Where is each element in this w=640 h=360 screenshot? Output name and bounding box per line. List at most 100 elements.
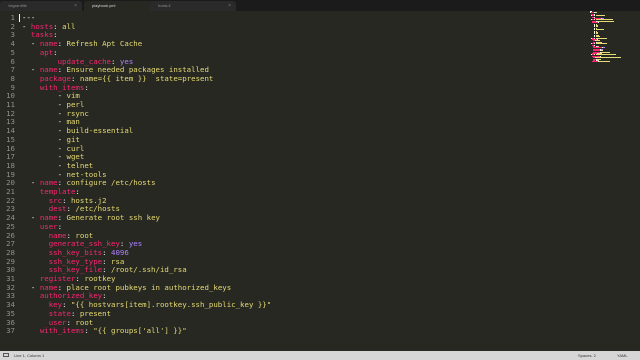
code-token: : — [102, 291, 107, 301]
code-token: - — [30, 282, 40, 292]
code-token: net-tools — [66, 169, 107, 179]
line-number: 21 — [6, 187, 15, 196]
minimap-line — [597, 22, 599, 24]
tab-vagrantfile[interactable]: Vagrantfile × — [0, 1, 82, 11]
code-token: Refresh Apt Cache — [66, 39, 143, 49]
console-icon[interactable] — [3, 353, 9, 357]
cursor-position: Line 1, Column 1 — [14, 353, 45, 358]
code-token: ssh_key_file — [48, 265, 103, 275]
code-token: : — [119, 239, 129, 249]
code-token: : — [57, 282, 67, 292]
code-token: : — [102, 256, 112, 266]
code-token: with_items — [39, 326, 85, 336]
code-token: ssh_key_type — [48, 256, 103, 266]
line-number: 35 — [6, 308, 15, 318]
minimap-line — [601, 51, 611, 53]
line-number: 4 — [10, 39, 15, 49]
syntax-selector[interactable]: YAML — [617, 351, 628, 360]
line-number: 37 — [6, 326, 15, 336]
code-token: src — [48, 195, 63, 205]
code-token: man — [66, 117, 80, 127]
code-token: name — [39, 39, 58, 49]
code-token: wget — [66, 152, 85, 162]
tab-label: hosts.ll — [158, 3, 171, 8]
code-token: key — [48, 300, 63, 310]
code-token: : — [111, 56, 120, 66]
code-token: : — [102, 247, 112, 257]
code-token: update_cache — [57, 56, 112, 66]
line-number-gutter: 1 2 3 4 5 6 7 8 9 10 11 12 13 14 15 16 17 18 19 20 21 22 23 24 2… — [0, 11, 20, 351]
code-token: rootkey — [84, 274, 116, 283]
code-token: present — [79, 308, 112, 318]
minimap[interactable] — [590, 11, 632, 66]
code-token: - — [30, 39, 40, 49]
code-token: --- — [22, 13, 36, 22]
code-token: apt — [39, 47, 54, 57]
code-token: configure /etc/hosts — [66, 178, 156, 188]
text-cursor — [19, 14, 20, 22]
code-token: - — [57, 91, 67, 101]
code-token: Generate root ssh key — [66, 213, 160, 223]
status-bar: Line 1, Column 1 Spaces: 2 YAML — [0, 351, 640, 360]
code-token: yes — [119, 56, 134, 66]
code-token: : — [84, 82, 89, 92]
code-token: name — [39, 178, 58, 188]
code-token: : — [53, 30, 58, 40]
code-token: curl — [66, 143, 85, 153]
line-number: 31 — [6, 274, 15, 283]
line-number: 5 — [10, 47, 15, 57]
code-area[interactable]: --- - hosts: all tasks: - name: Refresh A… — [19, 11, 582, 351]
code-token: dest — [48, 204, 67, 214]
line-number: 24 — [6, 213, 15, 223]
close-icon[interactable]: × — [74, 1, 77, 11]
close-icon[interactable]: × — [228, 1, 231, 11]
line-number: 18 — [6, 160, 15, 170]
minimap-line — [595, 43, 608, 45]
code-token: - — [30, 65, 40, 75]
tab-label: Vagrantfile — [8, 3, 27, 8]
line-number: 7 — [10, 65, 15, 75]
code-token: name — [39, 282, 58, 292]
indentation-setting[interactable]: Spaces: 2 — [578, 351, 596, 360]
code-token: : — [75, 274, 85, 283]
tab-bar: Vagrantfile × playbook.yml × hosts.ll × — [0, 0, 640, 11]
code-token: register — [39, 274, 76, 283]
code-token: root — [75, 230, 94, 240]
tab-hosts[interactable]: hosts.ll × — [150, 1, 236, 11]
code-token: - — [57, 100, 67, 109]
code-token: name — [39, 213, 58, 223]
code-line[interactable]: with_items: "{{ groups['all'] }}" — [22, 327, 187, 335]
line-number: 28 — [6, 247, 15, 257]
code-token: perl — [66, 100, 85, 109]
code-token: : — [57, 213, 67, 223]
code-token: - — [57, 117, 67, 127]
line-number: 1 — [10, 13, 15, 22]
code-token: - — [57, 160, 67, 170]
code-token: telnet — [66, 160, 94, 170]
code-token: /root/.ssh/id_rsa — [111, 265, 187, 275]
code-token: - — [57, 143, 67, 153]
line-number: 8 — [10, 73, 15, 83]
code-token: - — [57, 169, 67, 179]
code-token: user — [39, 221, 58, 231]
code-token: all — [62, 21, 76, 31]
code-token: : — [102, 265, 112, 275]
line-number: 15 — [6, 134, 15, 144]
code-token: : — [57, 39, 67, 49]
